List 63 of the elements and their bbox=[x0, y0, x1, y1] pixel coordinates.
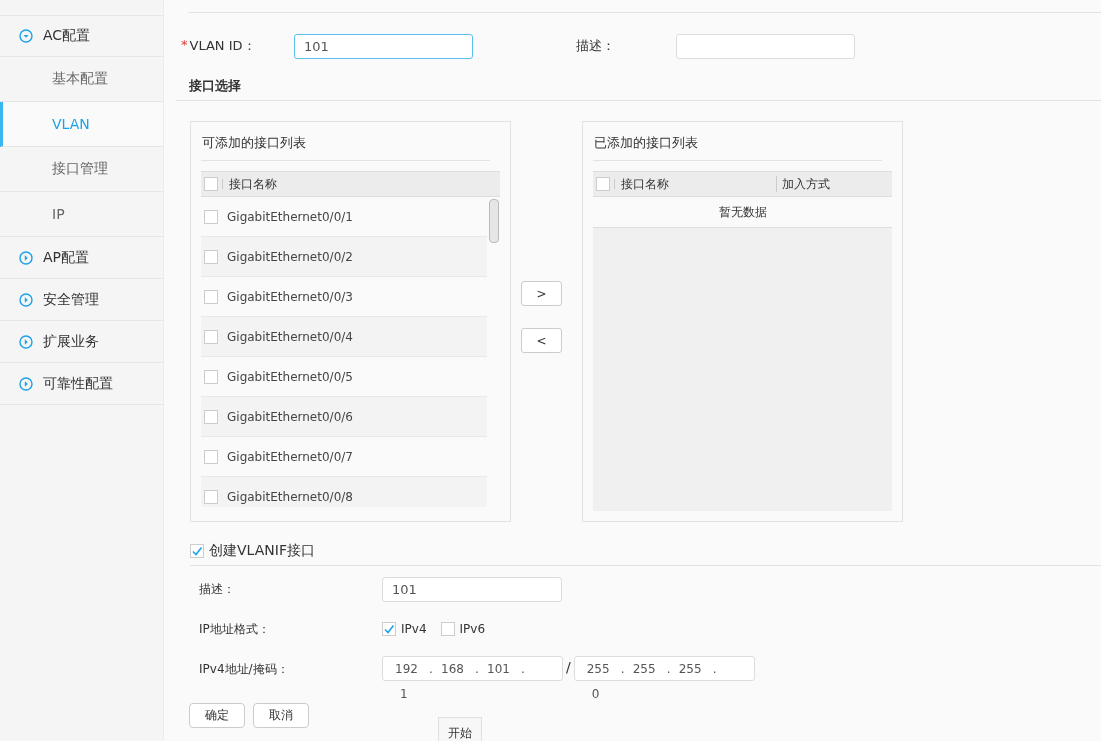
move-button[interactable]: > bbox=[521, 281, 562, 306]
field-value: 1 bbox=[399, 686, 409, 701]
table-cell: GigabitEthernet0/0/8 bbox=[227, 489, 353, 504]
tooltip: 开始 bbox=[438, 717, 482, 741]
mask-field[interactable]: 255 . 255 . 255 . bbox=[573, 656, 755, 681]
table-cell: GigabitEthernet0/0/2 bbox=[227, 249, 353, 264]
empty-message: 暂无数据 bbox=[593, 197, 892, 228]
field-value: 0 bbox=[590, 686, 601, 701]
field-label: 描述： bbox=[576, 37, 616, 55]
checkbox[interactable] bbox=[204, 449, 218, 464]
column-header: 接口名称 bbox=[621, 175, 670, 193]
column-header: 加入方式 bbox=[782, 175, 830, 193]
checkbox[interactable] bbox=[204, 249, 218, 264]
table-cell: GigabitEthernet0/0/7 bbox=[227, 449, 353, 464]
checkbox[interactable] bbox=[204, 289, 218, 304]
expand-icon[interactable] bbox=[19, 376, 33, 391]
panel-title: 已添加的接口列表 bbox=[593, 132, 882, 161]
checkbox-label: IPv4 bbox=[401, 622, 427, 636]
sidebar-item[interactable]: 可靠性配置 bbox=[0, 363, 163, 405]
sidebar-item[interactable]: 扩展业务 bbox=[0, 321, 163, 363]
checkbox[interactable] bbox=[204, 177, 218, 191]
table-cell: GigabitEthernet0/0/5 bbox=[227, 369, 353, 384]
sidebar-item[interactable]: 安全管理 bbox=[0, 279, 163, 321]
ip-address-field[interactable]: 192 . 168 . 101 . bbox=[382, 656, 563, 681]
vlan-id-field[interactable]: 101 bbox=[294, 33, 473, 59]
checkbox[interactable] bbox=[204, 209, 218, 224]
table-cell: GigabitEthernet0/0/6 bbox=[227, 409, 353, 424]
checkbox[interactable] bbox=[190, 544, 204, 558]
sidebar-item[interactable]: AC配置 bbox=[0, 15, 163, 57]
description-field[interactable]: 101 bbox=[382, 576, 562, 602]
form-button[interactable]: 确定 bbox=[189, 703, 245, 728]
field-label: IPv4地址/掩码： bbox=[199, 661, 290, 678]
form-button[interactable]: 取消 bbox=[253, 703, 309, 728]
checkbox[interactable] bbox=[596, 177, 610, 191]
field-label: VLAN ID： bbox=[189, 37, 256, 55]
checkbox[interactable] bbox=[204, 369, 218, 384]
move-button[interactable]: < bbox=[521, 328, 562, 353]
table-cell: GigabitEthernet0/0/4 bbox=[227, 329, 353, 344]
checkbox[interactable] bbox=[382, 622, 396, 636]
column-header: 接口名称 bbox=[229, 175, 277, 193]
scrollbar[interactable] bbox=[489, 199, 499, 243]
separator-text: / bbox=[566, 659, 571, 675]
checkbox[interactable] bbox=[440, 622, 455, 636]
field-label: IP地址格式： bbox=[199, 620, 271, 638]
checkbox[interactable] bbox=[204, 329, 218, 344]
expand-icon[interactable] bbox=[19, 250, 33, 265]
sidebar-subitem[interactable]: 接口管理 bbox=[0, 147, 163, 192]
checkbox[interactable] bbox=[204, 489, 218, 504]
sidebar-subitem[interactable]: IP bbox=[0, 192, 163, 237]
description-field[interactable] bbox=[676, 33, 855, 59]
expand-icon[interactable] bbox=[19, 292, 33, 307]
panel-title: 可添加的接口列表 bbox=[201, 132, 490, 161]
checkbox[interactable] bbox=[204, 409, 218, 424]
table-cell: GigabitEthernet0/0/1 bbox=[227, 209, 353, 224]
sidebar-item[interactable]: AP配置 bbox=[0, 237, 163, 279]
required-asterisk: * bbox=[181, 37, 188, 54]
section-title: 接口选择 bbox=[176, 59, 1101, 101]
table-cell: GigabitEthernet0/0/3 bbox=[227, 289, 353, 304]
checkbox-label: IPv6 bbox=[459, 622, 486, 636]
checkbox-label: 创建VLANIF接口 bbox=[209, 542, 315, 560]
collapse-icon[interactable] bbox=[19, 28, 33, 43]
field-label: 描述： bbox=[199, 580, 236, 598]
expand-icon[interactable] bbox=[19, 334, 33, 349]
